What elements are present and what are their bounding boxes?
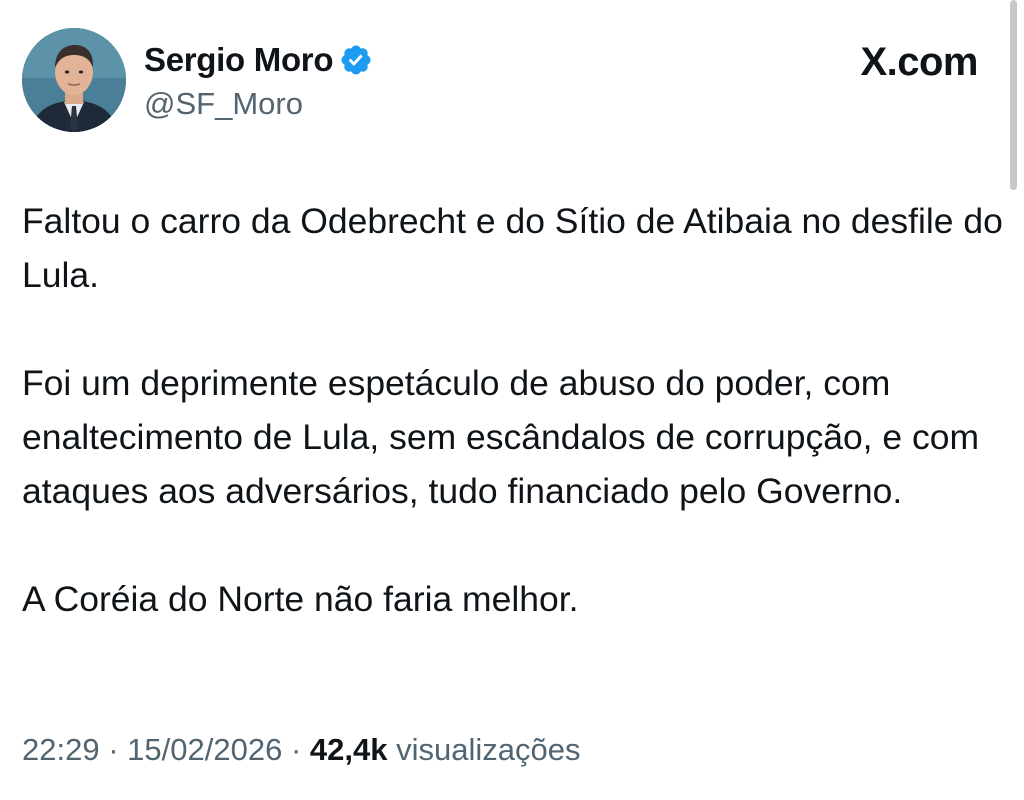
- tweet-date[interactable]: 15/02/2026: [127, 732, 282, 767]
- verified-badge-icon: [339, 43, 373, 77]
- views-label: visualizações: [396, 732, 581, 767]
- meta-separator: ·: [108, 732, 119, 767]
- tweet-time[interactable]: 22:29: [22, 732, 100, 767]
- views-count: 42,4k: [309, 732, 388, 767]
- author-display-name[interactable]: Sergio Moro: [144, 41, 334, 79]
- scrollbar[interactable]: [1010, 0, 1017, 190]
- author-handle[interactable]: @SF_Moro: [144, 86, 373, 122]
- avatar[interactable]: [22, 28, 126, 132]
- avatar-photo: [22, 28, 126, 132]
- author-name-row: Sergio Moro: [144, 38, 373, 82]
- meta-separator: ·: [290, 732, 302, 767]
- tweet-text: Faltou o carro da Odebrecht e do Sítio d…: [22, 194, 1007, 626]
- author-info: Sergio Moro @SF_Moro: [144, 38, 373, 122]
- tweet-paragraph: Foi um deprimente espetáculo de abuso do…: [22, 363, 980, 511]
- tweet-paragraph: A Coréia do Norte não faria melhor.: [22, 579, 579, 619]
- tweet-meta: 22:29 · 15/02/2026 · 42,4k visualizações: [22, 732, 580, 768]
- tweet-paragraph: Faltou o carro da Odebrecht e do Sítio d…: [22, 201, 1003, 295]
- x-brand-logo: X.com: [860, 40, 978, 84]
